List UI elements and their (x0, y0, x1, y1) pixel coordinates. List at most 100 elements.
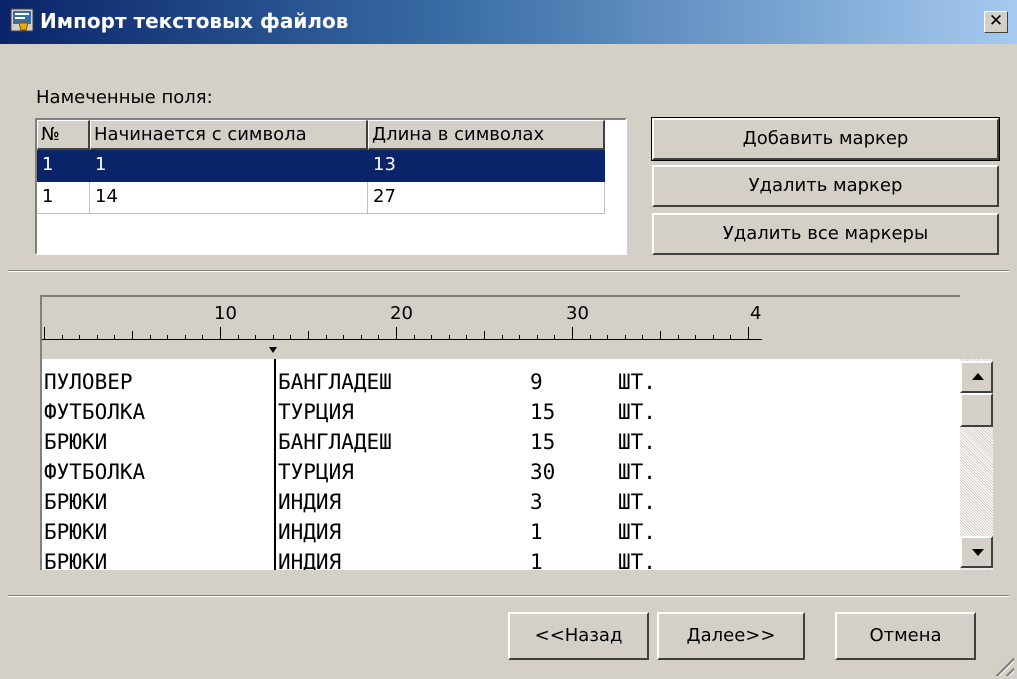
file-preview[interactable]: ПУЛОВЕР БАНГЛАДЕШ 9 ШТ. ФУТБОЛКА ТУРЦИЯ … (40, 359, 993, 570)
preview-cell: ПУЛОВЕР (44, 370, 133, 394)
ruler-tick (396, 327, 397, 339)
ruler-tick (290, 335, 292, 339)
ruler-tick (695, 335, 697, 339)
back-button[interactable]: <<Назад (508, 612, 649, 660)
ruler-tick (572, 327, 573, 339)
scroll-up-button[interactable] (960, 361, 993, 393)
remove-all-markers-button[interactable]: Удалить все маркеры (652, 213, 999, 255)
ruler-tick (272, 335, 274, 339)
resize-grip-icon[interactable] (992, 654, 1014, 676)
ruler-tick (343, 335, 345, 339)
ruler-baseline (42, 339, 762, 340)
preview-scrollbar[interactable] (960, 359, 993, 570)
ruler-label: 30 (566, 303, 589, 324)
ruler-tick (677, 335, 679, 339)
preview-cell: ИНДИЯ (278, 520, 342, 544)
preview-row: БРЮКИ БАНГЛАДЕШ 15 ШТ. (42, 427, 656, 457)
preview-cell: БАНГЛАДЕШ (278, 430, 392, 454)
preview-cell: 30 (530, 460, 556, 484)
preview-cell: ИНДИЯ (278, 490, 342, 514)
marker-pointer-icon[interactable] (269, 347, 277, 353)
column-header-start[interactable]: Начинается с символа (90, 120, 368, 150)
ruler-tick (44, 327, 45, 339)
cancel-button[interactable]: Отмена (835, 612, 976, 660)
cell-start: 1 (90, 150, 368, 182)
preview-cell: ШТ. (618, 520, 656, 544)
fields-table: № Начинается с символа Длина в символах … (35, 118, 627, 255)
ruler-tick (167, 335, 169, 339)
preview-cell: ШТ. (618, 400, 656, 424)
ruler-tick (378, 335, 380, 339)
ruler-tick (624, 335, 626, 339)
preview-cell: ИНДИЯ (278, 550, 342, 570)
ruler-tick (730, 335, 732, 339)
ruler-label: 10 (214, 303, 237, 324)
preview-cell: ШТ. (618, 430, 656, 454)
preview-cell: БРЮКИ (44, 550, 108, 570)
ruler-tick (607, 335, 609, 339)
column-ruler[interactable]: 10 20 30 4 (40, 295, 960, 359)
preview-cell: 1 (530, 550, 543, 570)
title-bar: Импорт текстовых файлов ✕ (0, 0, 1017, 44)
preview-cell: ШТ. (618, 490, 656, 514)
preview-cell: ШТ. (618, 460, 656, 484)
ruler-tick (519, 335, 521, 339)
preview-cell: 9 (530, 370, 543, 394)
preview-cell: БАНГЛАДЕШ (278, 370, 392, 394)
preview-cell: 15 (530, 400, 556, 424)
ruler-tick (589, 335, 591, 339)
add-marker-button[interactable]: Добавить маркер (651, 117, 1000, 161)
scroll-down-button[interactable] (960, 536, 993, 568)
ruler-label: 20 (390, 303, 413, 324)
ruler-tick (220, 327, 221, 339)
app-icon (10, 8, 34, 32)
ruler-tick (96, 335, 98, 339)
preview-row: БРЮКИ ИНДИЯ 1 ШТ. (42, 517, 656, 547)
preview-cell: ТУРЦИЯ (278, 460, 354, 484)
ruler-tick (255, 335, 257, 339)
ruler-tick (325, 335, 327, 339)
ruler-tick (642, 335, 644, 339)
cell-start: 14 (90, 182, 368, 214)
ruler-tick (748, 327, 749, 339)
scroll-thumb[interactable] (960, 393, 993, 427)
marked-fields-label: Намеченные поля: (36, 87, 213, 108)
ruler-tick (536, 335, 538, 339)
preview-row: ПУЛОВЕР БАНГЛАДЕШ 9 ШТ. (42, 367, 656, 397)
close-button[interactable]: ✕ (984, 11, 1008, 33)
window-title: Импорт текстовых файлов (40, 9, 349, 33)
ruler-tick (308, 331, 309, 339)
ruler-tick (360, 335, 362, 339)
preview-cell: БРЮКИ (44, 490, 108, 514)
column-header-number[interactable]: № (37, 120, 90, 150)
ruler-tick (712, 335, 714, 339)
ruler-tick (466, 335, 468, 339)
ruler-tick (184, 335, 186, 339)
preview-cell: ШТ. (618, 370, 656, 394)
arrow-up-icon (972, 373, 984, 380)
preview-cell: 3 (530, 490, 543, 514)
ruler-tick (114, 335, 116, 339)
table-row[interactable]: 1 1 13 (37, 150, 605, 182)
preview-row: БРЮКИ ИНДИЯ 3 ШТ. (42, 487, 656, 517)
cell-number: 1 (37, 182, 90, 214)
close-icon: ✕ (988, 11, 1004, 31)
footer-divider (8, 595, 1009, 597)
ruler-tick (501, 335, 503, 339)
column-header-length[interactable]: Длина в символах (368, 120, 605, 150)
field-marker-line[interactable] (274, 359, 276, 570)
preview-cell: 15 (530, 430, 556, 454)
ruler-label: 4 (750, 303, 762, 324)
preview-cell: БРЮКИ (44, 520, 108, 544)
cell-length: 13 (368, 150, 605, 182)
ruler-tick (202, 335, 204, 339)
ruler-tick (237, 335, 239, 339)
ruler-tick (132, 331, 133, 339)
remove-marker-button[interactable]: Удалить маркер (652, 165, 999, 207)
preview-cell: ШТ. (618, 550, 656, 570)
preview-cell: 1 (530, 520, 543, 544)
ruler-tick (448, 335, 450, 339)
preview-cell: ФУТБОЛКА (44, 460, 146, 484)
table-row[interactable]: 1 14 27 (37, 182, 605, 214)
next-button[interactable]: Далее>> (657, 612, 805, 660)
